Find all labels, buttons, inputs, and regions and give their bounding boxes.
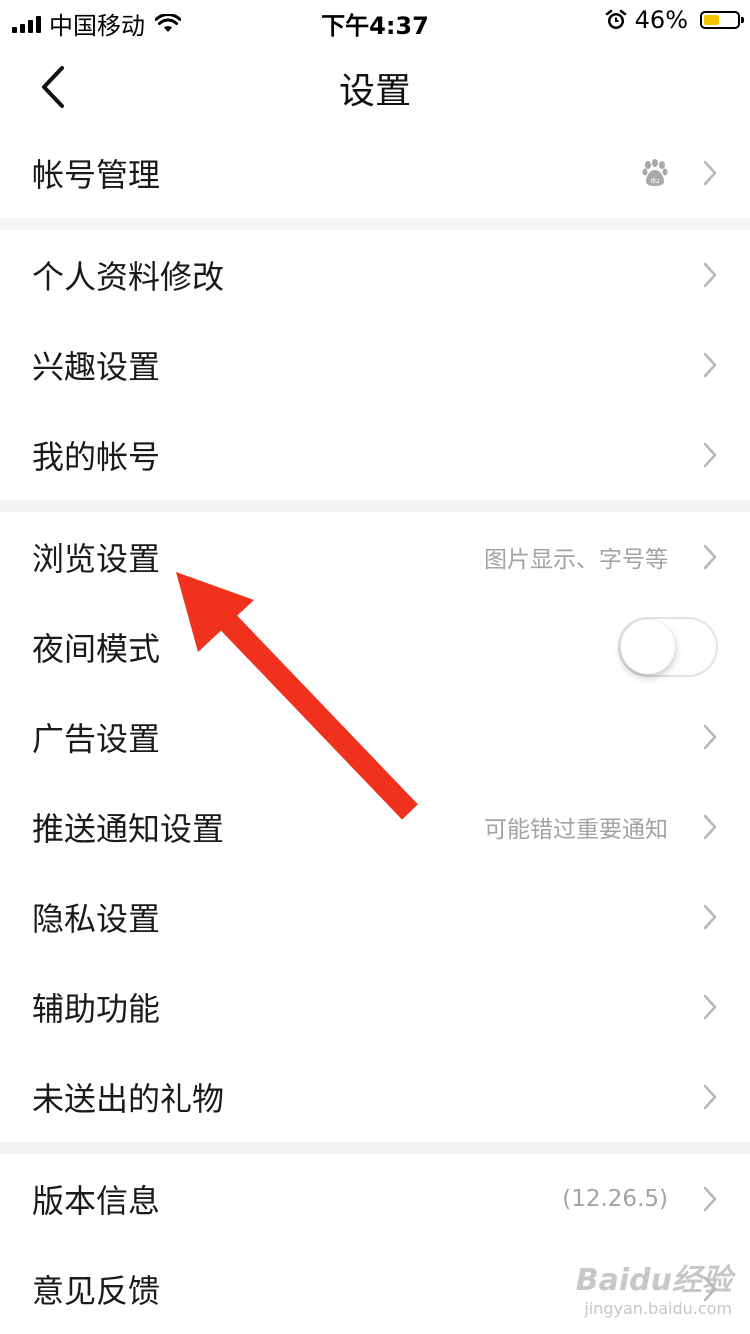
status-bar: 中国移动 下午4:37 46% [0, 0, 750, 40]
chevron-right-icon [702, 1185, 718, 1213]
baidu-paw-icon: du [642, 159, 668, 187]
chevron-right-icon [702, 543, 718, 571]
settings-list: 帐号管理 du 个人资料修改 兴趣设置我的帐号浏览设置 图片显示、字号等夜间模式广告设置… [0, 128, 750, 1334]
settings-row[interactable]: 推送通知设置 可能错过重要通知 [0, 782, 750, 872]
status-right: 46% [605, 6, 744, 34]
chevron-right-icon [702, 903, 718, 931]
settings-row-label: 夜间模式 [32, 630, 161, 668]
settings-row-label: 隐私设置 [32, 900, 161, 938]
alarm-clock-icon [605, 9, 626, 29]
settings-row-label: 帐号管理 [32, 156, 161, 194]
battery-level-fill [704, 15, 719, 25]
chevron-right-icon [702, 441, 718, 469]
chevron-right-icon [702, 993, 718, 1021]
settings-row-label: 未送出的礼物 [32, 1080, 225, 1118]
settings-row[interactable]: 夜间模式 [0, 602, 750, 692]
settings-row[interactable]: 兴趣设置 [0, 320, 750, 410]
watermark-url: jingyan.baidu.com [584, 1299, 732, 1318]
settings-row[interactable]: 我的帐号 [0, 410, 750, 500]
settings-row-label: 版本信息 [32, 1182, 161, 1220]
settings-row[interactable]: 个人资料修改 [0, 230, 750, 320]
settings-row-label: 推送通知设置 [32, 810, 225, 848]
settings-row[interactable]: 版本信息 (12.26.5) [0, 1154, 750, 1244]
settings-row-label: 意见反馈 [32, 1272, 161, 1310]
settings-row[interactable]: 帐号管理 du [0, 128, 750, 218]
chevron-right-icon [702, 159, 718, 187]
battery-icon [700, 11, 744, 29]
settings-row-label: 个人资料修改 [32, 258, 225, 296]
chevron-right-icon [702, 351, 718, 379]
watermark: Baidu经验 jingyan.baidu.com [576, 1255, 732, 1318]
page-title: 设置 [338, 71, 411, 112]
settings-row-label: 兴趣设置 [32, 348, 161, 386]
settings-row[interactable]: 广告设置 [0, 692, 750, 782]
settings-row-label: 浏览设置 [32, 540, 161, 578]
toggle-knob [621, 620, 675, 674]
chevron-right-icon [702, 813, 718, 841]
settings-row[interactable]: 隐私设置 [0, 872, 750, 962]
settings-row-value: (12.26.5) [562, 1186, 668, 1212]
settings-row-label: 我的帐号 [32, 438, 161, 476]
section-divider [0, 218, 750, 230]
settings-row[interactable]: 辅助功能 [0, 962, 750, 1052]
settings-row-label: 广告设置 [32, 720, 161, 758]
chevron-right-icon [702, 261, 718, 289]
chevron-right-icon [702, 723, 718, 751]
navigation-bar: 设置 [0, 40, 750, 130]
watermark-brand: Baidu经验 [575, 1263, 732, 1298]
section-divider [0, 1142, 750, 1154]
battery-percent: 46% [634, 6, 688, 34]
settings-row-value: 图片显示、字号等 [484, 547, 668, 573]
section-divider [0, 500, 750, 512]
chevron-right-icon [702, 1083, 718, 1111]
settings-row[interactable]: 未送出的礼物 [0, 1052, 750, 1142]
night-mode-toggle[interactable] [618, 617, 718, 677]
settings-row-value: 可能错过重要通知 [484, 817, 668, 843]
settings-row-label: 辅助功能 [32, 990, 161, 1028]
svg-text:du: du [651, 177, 660, 185]
settings-row[interactable]: 浏览设置 图片显示、字号等 [0, 512, 750, 602]
